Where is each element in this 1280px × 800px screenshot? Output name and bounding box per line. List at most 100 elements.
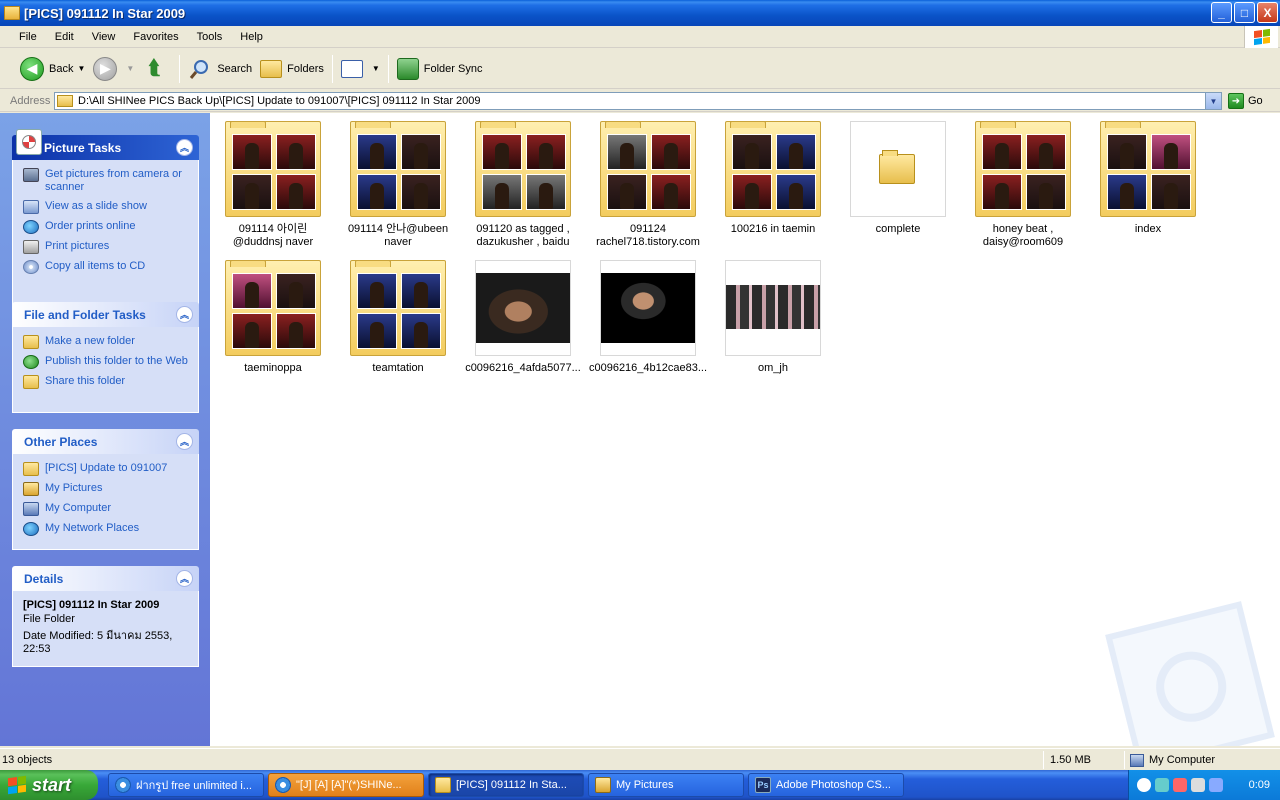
task-print-pictures[interactable]: Print pictures xyxy=(23,240,192,254)
tray-app-icon[interactable] xyxy=(1209,778,1223,792)
taskbar-button[interactable]: ฝากรูป free unlimited i... xyxy=(108,773,264,797)
internet-explorer-icon xyxy=(275,777,291,793)
place-network[interactable]: My Network Places xyxy=(23,522,192,536)
start-button[interactable]: start xyxy=(0,770,98,800)
volume-icon[interactable] xyxy=(1191,778,1205,792)
sync-icon xyxy=(396,57,419,80)
picture-tasks-icon xyxy=(16,129,42,155)
other-places-panel: Other Places ︽ [PICS] Update to 091007 M… xyxy=(12,429,199,550)
views-icon xyxy=(340,59,363,78)
folder-item[interactable]: honey beat , daisy@room609 xyxy=(963,121,1083,249)
taskbar-button[interactable]: "[J] [A] [A]"(*)SHINe... xyxy=(268,773,424,797)
address-input[interactable]: D:\All SHINee PICS Back Up\[PICS] Update… xyxy=(54,92,1222,110)
menu-file[interactable]: File xyxy=(10,29,46,45)
folder-item[interactable]: 091114 안나@ubeen naver xyxy=(338,121,458,249)
status-bar: 13 objects 1.50 MB My Computer xyxy=(0,748,1280,770)
details-modified: Date Modified: 5 มีนาคม 2553, 22:53 xyxy=(23,630,173,655)
taskbar-label: [PICS] 091112 In Sta... xyxy=(456,779,567,791)
menu-help[interactable]: Help xyxy=(231,29,272,45)
folder-item[interactable]: 091114 아이린 @duddnsj naver xyxy=(213,121,333,249)
toolbar: ◀ Back ▼ ▶ ▼ ⮬ Search Folders ▼ Folder S… xyxy=(0,49,1280,89)
task-label: Publish this folder to the Web xyxy=(45,355,188,367)
folder-item[interactable]: complete xyxy=(838,121,958,236)
task-new-folder[interactable]: Make a new folder xyxy=(23,335,192,349)
folders-button[interactable]: Folders xyxy=(256,53,328,85)
image-thumbnail xyxy=(725,260,821,356)
item-label: taeminoppa xyxy=(244,362,302,374)
image-item[interactable]: om_jh xyxy=(713,260,833,375)
folder-icon xyxy=(57,95,73,107)
address-dropdown-icon[interactable]: ▼ xyxy=(1205,93,1221,109)
folder-item[interactable]: 091124 rachel718.tistory.com xyxy=(588,121,708,249)
item-label: 091124 rachel718.tistory.com xyxy=(596,223,700,248)
task-get-pictures[interactable]: Get pictures from camera or scanner xyxy=(23,168,192,194)
taskbar-button[interactable]: Ps Adobe Photoshop CS... xyxy=(748,773,904,797)
picture-tasks-header[interactable]: Picture Tasks ︽ xyxy=(12,129,199,160)
place-parent-folder[interactable]: [PICS] Update to 091007 xyxy=(23,462,192,476)
taskbar-button[interactable]: [PICS] 091112 In Sta... xyxy=(428,773,584,797)
up-folder-button[interactable]: ⮬ xyxy=(138,53,175,85)
menu-view[interactable]: View xyxy=(83,29,125,45)
folder-item[interactable]: 100216 in taemin xyxy=(713,121,833,236)
search-label: Search xyxy=(217,62,253,75)
search-button[interactable]: Search xyxy=(184,53,256,85)
folder-thumbnail xyxy=(475,121,571,217)
item-label: honey beat , daisy@room609 xyxy=(982,223,1064,248)
forward-dropdown-icon[interactable]: ▼ xyxy=(126,64,134,73)
collapse-chevron-icon[interactable]: ︽ xyxy=(176,433,193,450)
image-thumbnail xyxy=(475,260,571,356)
image-item[interactable]: c0096216_4afda5077... xyxy=(463,260,583,375)
forward-button[interactable]: ▶ ▼ xyxy=(89,53,138,85)
printer-icon xyxy=(23,240,39,254)
folder-thumbnail xyxy=(725,121,821,217)
task-share-folder[interactable]: Share this folder xyxy=(23,375,192,389)
collapse-chevron-icon[interactable]: ︽ xyxy=(176,570,193,587)
windows-logo xyxy=(1244,26,1278,48)
object-count: 13 objects xyxy=(2,754,53,766)
folders-icon xyxy=(260,59,283,78)
back-button[interactable]: ◀ Back ▼ xyxy=(16,53,89,85)
menu-edit[interactable]: Edit xyxy=(46,29,83,45)
folder-item[interactable]: 091120 as tagged , dazukusher , baidu xyxy=(463,121,583,249)
folder-item[interactable]: teamtation xyxy=(338,260,458,375)
maximize-button[interactable]: □ xyxy=(1234,2,1255,23)
task-publish-folder[interactable]: Publish this folder to the Web xyxy=(23,355,192,369)
back-dropdown-icon[interactable]: ▼ xyxy=(77,64,85,73)
close-button[interactable]: X xyxy=(1257,2,1278,23)
security-icon[interactable] xyxy=(1173,778,1187,792)
picture-tasks-panel: Picture Tasks ︽ Get pictures from camera… xyxy=(12,129,199,310)
network-icon[interactable] xyxy=(1155,778,1169,792)
item-label: 091114 아이린 @duddnsj naver xyxy=(232,223,314,248)
slideshow-icon xyxy=(23,200,39,214)
picture-tasks-title: Picture Tasks xyxy=(44,140,122,155)
folder-icon xyxy=(23,462,39,476)
folder-item[interactable]: taeminoppa xyxy=(213,260,333,375)
place-label: My Network Places xyxy=(45,522,140,534)
taskbar-button[interactable]: My Pictures xyxy=(588,773,744,797)
folder-icon xyxy=(435,777,451,793)
collapse-chevron-icon[interactable]: ︽ xyxy=(176,139,193,156)
details-header[interactable]: Details ︽ xyxy=(12,566,199,591)
views-button[interactable]: ▼ xyxy=(337,53,384,85)
views-dropdown-icon[interactable]: ▼ xyxy=(372,64,380,73)
file-folder-tasks-header[interactable]: File and Folder Tasks ︽ xyxy=(12,302,199,327)
details-name: [PICS] 091112 In Star 2009 xyxy=(23,599,160,611)
task-order-prints[interactable]: Order prints online xyxy=(23,220,192,234)
go-button[interactable]: ➜ Go xyxy=(1228,93,1263,109)
chevron-left-icon[interactable] xyxy=(1137,778,1151,792)
menu-favorites[interactable]: Favorites xyxy=(124,29,187,45)
task-slide-show[interactable]: View as a slide show xyxy=(23,200,192,214)
window-title: [PICS] 091112 In Star 2009 xyxy=(24,5,186,21)
cd-icon xyxy=(23,260,39,274)
image-item[interactable]: c0096216_4b12cae83... xyxy=(588,260,708,375)
folder-thumbnail xyxy=(1100,121,1196,217)
menu-tools[interactable]: Tools xyxy=(188,29,232,45)
other-places-header[interactable]: Other Places ︽ xyxy=(12,429,199,454)
folder-sync-button[interactable]: Folder Sync xyxy=(393,53,487,85)
minimize-button[interactable]: _ xyxy=(1211,2,1232,23)
folder-item[interactable]: index xyxy=(1088,121,1208,236)
place-my-pictures[interactable]: My Pictures xyxy=(23,482,192,496)
place-my-computer[interactable]: My Computer xyxy=(23,502,192,516)
task-copy-to-cd[interactable]: Copy all items to CD xyxy=(23,260,192,274)
collapse-chevron-icon[interactable]: ︽ xyxy=(176,306,193,323)
